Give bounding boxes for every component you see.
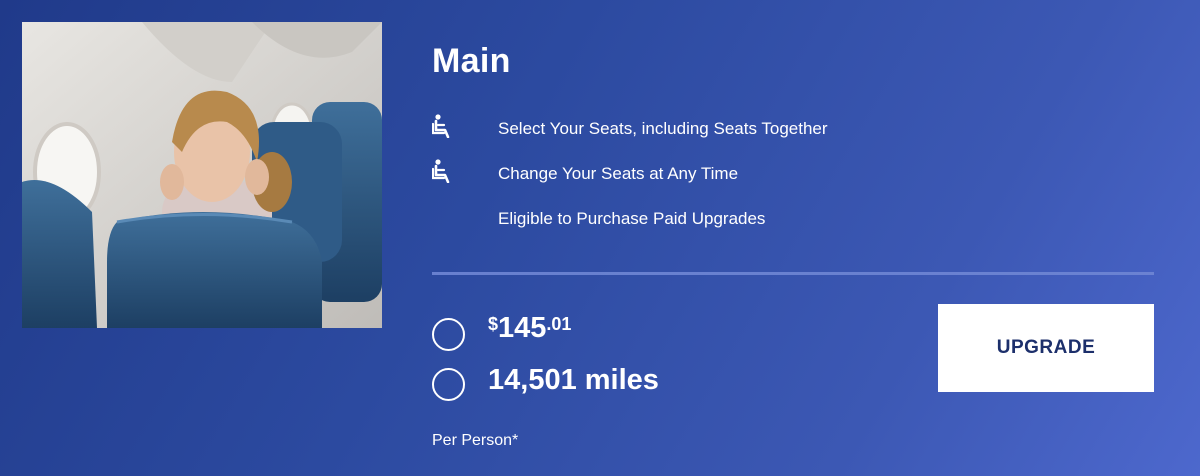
- feature-label: Select Your Seats, including Seats Toget…: [498, 119, 828, 138]
- per-person-note: Per Person*: [432, 432, 519, 449]
- feature-item: Eligible to Purchase Paid Upgrades: [432, 200, 1152, 245]
- price-cents: .01: [546, 314, 572, 334]
- seat-icon: [431, 159, 454, 184]
- miles-radio[interactable]: [432, 368, 465, 401]
- feature-label: Eligible to Purchase Paid Upgrades: [498, 209, 766, 228]
- price-radio[interactable]: [432, 318, 465, 351]
- price-value: $145.01: [488, 312, 571, 345]
- price-currency: $: [488, 314, 499, 334]
- feature-item: Change Your Seats at Any Time: [431, 155, 1152, 200]
- divider: [432, 272, 1154, 275]
- fare-card: Main Select Your Seats, including Seats …: [0, 0, 1200, 476]
- cabin-photo: [22, 22, 382, 328]
- feature-list: Select Your Seats, including Seats Toget…: [431, 110, 1152, 245]
- price-whole: 145: [498, 312, 547, 344]
- feature-label: Change Your Seats at Any Time: [498, 164, 739, 183]
- feature-item: Select Your Seats, including Seats Toget…: [431, 110, 1152, 155]
- miles-value: 14,501 miles: [488, 364, 659, 396]
- fare-title: Main: [432, 42, 511, 80]
- upgrade-button[interactable]: UPGRADE: [938, 304, 1154, 392]
- seat-icon: [431, 114, 454, 139]
